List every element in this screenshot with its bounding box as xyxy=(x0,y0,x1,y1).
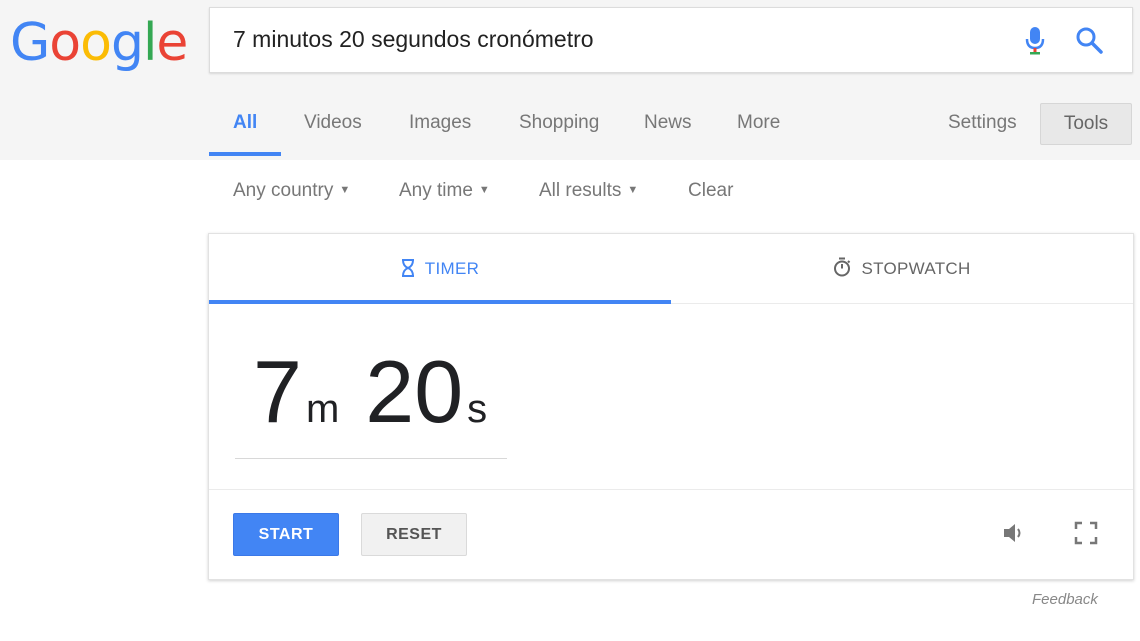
logo-letter: G xyxy=(10,13,50,73)
search-icon[interactable] xyxy=(1074,25,1104,55)
tab-stopwatch[interactable]: STOPWATCH xyxy=(671,234,1133,304)
country-filter-label: Any country xyxy=(233,180,334,201)
search-nav: All Videos Images Shopping News More Set… xyxy=(209,100,1140,160)
reset-button[interactable]: RESET xyxy=(361,513,467,556)
timer-tab-underline xyxy=(209,300,671,304)
settings-link[interactable]: Settings xyxy=(948,112,1017,134)
tab-all-underline xyxy=(209,152,281,156)
search-box[interactable]: 7 minutos 20 segundos cronómetro xyxy=(209,7,1133,73)
results-filter[interactable]: All results ▼ xyxy=(539,180,638,202)
logo-letter: o xyxy=(80,13,112,73)
chevron-down-icon: ▼ xyxy=(627,184,639,196)
volume-icon[interactable] xyxy=(1001,520,1027,546)
tools-button[interactable]: Tools xyxy=(1040,103,1132,145)
feedback-link[interactable]: Feedback xyxy=(1032,591,1098,608)
card-divider xyxy=(209,489,1133,490)
country-filter[interactable]: Any country ▼ xyxy=(233,180,350,202)
tab-more[interactable]: More xyxy=(737,112,780,134)
hourglass-icon xyxy=(401,259,414,277)
chevron-down-icon: ▼ xyxy=(339,184,351,196)
logo-letter: g xyxy=(110,13,144,73)
mic-icon[interactable] xyxy=(1022,25,1048,57)
google-logo[interactable]: Google xyxy=(10,8,188,78)
fullscreen-icon[interactable] xyxy=(1073,520,1099,546)
timer-seconds-unit: s xyxy=(467,387,488,431)
tab-timer-label: TIMER xyxy=(424,259,480,278)
logo-letter: l xyxy=(142,13,157,73)
tab-timer[interactable]: TIMER xyxy=(209,234,671,304)
timer-card: TIMER STOPWATCH 7 m 20 s START RESET xyxy=(208,233,1134,580)
timer-input-underline xyxy=(235,458,507,459)
timer-minutes-unit: m xyxy=(305,387,340,431)
tab-images[interactable]: Images xyxy=(409,112,471,134)
stopwatch-icon xyxy=(834,257,851,277)
tab-shopping[interactable]: Shopping xyxy=(519,112,599,134)
logo-letter: o xyxy=(49,13,81,73)
tab-videos[interactable]: Videos xyxy=(304,112,362,134)
tab-news[interactable]: News xyxy=(644,112,692,134)
timer-minutes: 7 xyxy=(253,342,302,441)
search-input[interactable]: 7 minutos 20 segundos cronómetro xyxy=(233,26,594,53)
start-button[interactable]: START xyxy=(233,513,339,556)
time-filter[interactable]: Any time ▼ xyxy=(399,180,490,202)
tab-all[interactable]: All xyxy=(233,112,257,134)
timer-seconds: 20 xyxy=(365,342,464,441)
logo-letter: e xyxy=(156,13,188,73)
chevron-down-icon: ▼ xyxy=(478,184,490,196)
results-filter-label: All results xyxy=(539,180,622,201)
time-filter-label: Any time xyxy=(399,180,473,201)
clear-filters-link[interactable]: Clear xyxy=(688,180,733,202)
timer-card-tabs: TIMER STOPWATCH xyxy=(209,234,1133,304)
tab-stopwatch-label: STOPWATCH xyxy=(861,259,971,278)
search-tools-bar: Any country ▼ Any time ▼ All results ▼ Clea… xyxy=(209,176,809,208)
timer-display[interactable]: 7 m 20 s xyxy=(253,342,513,442)
